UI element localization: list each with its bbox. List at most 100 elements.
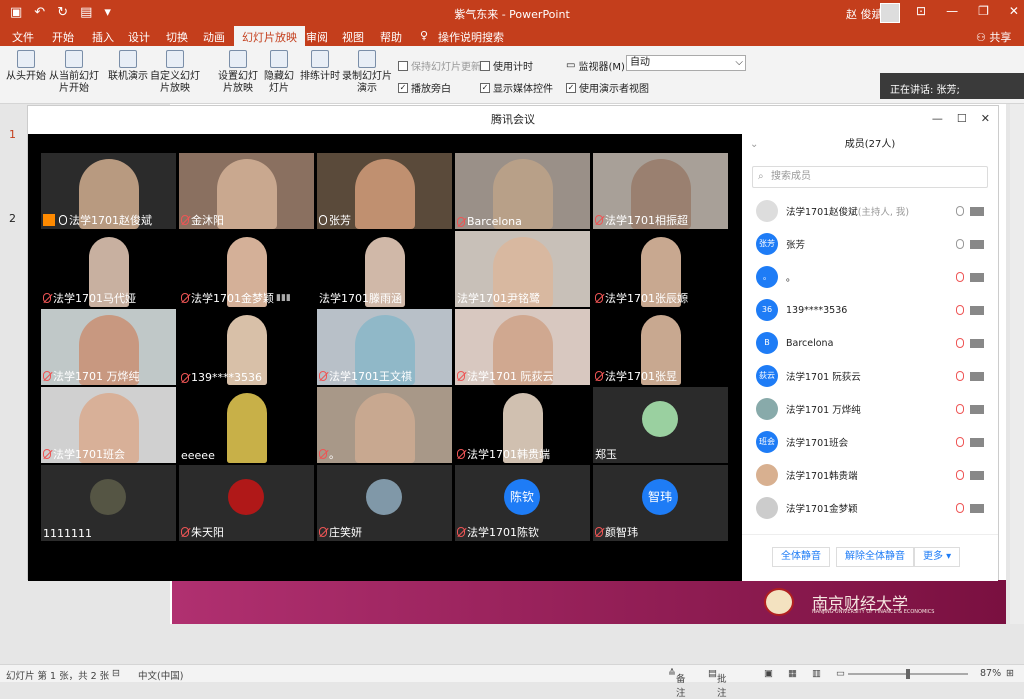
- camera-icon[interactable]: [970, 438, 984, 447]
- record-button[interactable]: 录制幻灯片演示: [342, 50, 392, 95]
- member-row[interactable]: 法学1701 万烨纯: [756, 394, 996, 424]
- restore-icon[interactable]: ❐: [978, 4, 989, 18]
- mic-icon[interactable]: [956, 239, 964, 249]
- online-present-button[interactable]: 联机演示: [108, 50, 148, 83]
- tab-design[interactable]: 设计: [128, 29, 150, 45]
- video-tile[interactable]: 。: [317, 387, 452, 463]
- camera-icon[interactable]: [970, 306, 984, 315]
- timing-checkbox[interactable]: 使用计时: [480, 58, 533, 73]
- member-row[interactable]: 。。: [756, 262, 996, 292]
- mic-off-icon[interactable]: [956, 305, 964, 315]
- tab-file[interactable]: 文件: [12, 29, 34, 45]
- mic-off-icon[interactable]: [956, 272, 964, 282]
- share-button[interactable]: ⚇ 共享: [976, 29, 1011, 45]
- user-avatar[interactable]: [880, 3, 900, 23]
- video-tile[interactable]: 法学1701赵俊斌: [41, 153, 176, 229]
- slideshow-icon[interactable]: ▭: [836, 668, 845, 679]
- reading-view-icon[interactable]: ▥: [812, 668, 821, 679]
- language-indicator[interactable]: 中文(中国): [138, 668, 183, 682]
- video-tile[interactable]: 法学1701韩贵端: [455, 387, 590, 463]
- video-tile[interactable]: 法学1701滕雨涵: [317, 231, 452, 307]
- camera-icon[interactable]: [970, 273, 984, 282]
- maximize-icon[interactable]: ☐: [957, 112, 967, 125]
- member-search-input[interactable]: 搜索成员: [752, 166, 988, 188]
- more-button[interactable]: 更多 ▾: [914, 547, 961, 567]
- camera-icon[interactable]: [970, 372, 984, 381]
- video-tile[interactable]: eeeee: [179, 387, 314, 463]
- hide-slide-button[interactable]: 隐藏幻灯片: [264, 50, 294, 95]
- mic-off-icon[interactable]: [956, 404, 964, 414]
- video-tile[interactable]: 庄笑妍: [317, 465, 452, 541]
- slide-sorter-icon[interactable]: ▦: [788, 668, 797, 679]
- minimize-icon[interactable]: —: [946, 4, 958, 18]
- video-tile[interactable]: 法学1701金梦颖 ▮▮▮: [179, 231, 314, 307]
- video-tile[interactable]: 法学1701 阮荻云: [455, 309, 590, 385]
- video-tile[interactable]: 张芳: [317, 153, 452, 229]
- video-tile[interactable]: 法学1701马代娅: [41, 231, 176, 307]
- member-row[interactable]: 法学1701金梦颖: [756, 493, 996, 523]
- rehearse-button[interactable]: 排练计时: [300, 50, 340, 83]
- camera-icon[interactable]: [970, 405, 984, 414]
- tab-insert[interactable]: 插入: [92, 29, 114, 45]
- video-tile[interactable]: 139****3536: [179, 309, 314, 385]
- media-controls-checkbox[interactable]: ✓ 显示媒体控件: [480, 80, 553, 95]
- tab-animations[interactable]: 动画: [203, 29, 225, 45]
- mute-all-button[interactable]: 全体静音: [772, 547, 830, 567]
- camera-icon[interactable]: [970, 339, 984, 348]
- video-tile[interactable]: 法学1701张辰嫄: [593, 231, 728, 307]
- member-row[interactable]: 法学1701赵俊斌 (主持人, 我): [756, 196, 996, 226]
- notes-button[interactable]: ≙ 备注: [668, 668, 685, 699]
- member-row[interactable]: 荻云 法学1701 阮荻云: [756, 361, 996, 391]
- tab-slideshow[interactable]: 幻灯片放映: [234, 26, 305, 46]
- tab-help[interactable]: 帮助: [380, 29, 402, 45]
- slide-number-2[interactable]: 2: [9, 212, 16, 225]
- mic-icon[interactable]: [956, 206, 964, 216]
- monitor-select[interactable]: 自动 ⌵: [626, 55, 746, 71]
- keep-updated-checkbox[interactable]: 保持幻灯片更新: [398, 58, 481, 73]
- setup-show-button[interactable]: 设置幻灯片放映: [215, 50, 261, 95]
- minimize-icon[interactable]: —: [932, 112, 943, 125]
- video-tile[interactable]: 法学1701班会: [41, 387, 176, 463]
- camera-icon[interactable]: [970, 471, 984, 480]
- tell-me-search[interactable]: 操作说明搜索: [438, 29, 504, 45]
- mic-off-icon[interactable]: [956, 503, 964, 513]
- zoom-level[interactable]: 87%: [980, 668, 1001, 679]
- video-tile[interactable]: 法学1701张昱: [593, 309, 728, 385]
- unmute-all-button[interactable]: 解除全体静音: [836, 547, 914, 567]
- presenter-view-checkbox[interactable]: ✓ 使用演示者视图: [566, 80, 649, 95]
- from-start-button[interactable]: 从头开始: [6, 50, 46, 83]
- video-tile[interactable]: 法学1701尹铭鹭: [455, 231, 590, 307]
- tab-transitions[interactable]: 切换: [166, 29, 188, 45]
- member-row[interactable]: 36 139****3536: [756, 295, 996, 325]
- video-tile[interactable]: 郑玉: [593, 387, 728, 463]
- ribbon-options-icon[interactable]: ⊡: [916, 4, 926, 18]
- from-current-button[interactable]: 从当前幻灯片开始: [46, 50, 102, 95]
- video-tile[interactable]: 法学1701王文祺: [317, 309, 452, 385]
- normal-view-icon[interactable]: ▣: [764, 668, 773, 679]
- video-tile[interactable]: 陈钦 法学1701陈钦: [455, 465, 590, 541]
- member-row[interactable]: 张芳 张芳: [756, 229, 996, 259]
- video-tile[interactable]: 朱天阳: [179, 465, 314, 541]
- member-row[interactable]: 班会 法学1701班会: [756, 427, 996, 457]
- zoom-slider[interactable]: [848, 669, 968, 679]
- mic-off-icon[interactable]: [956, 437, 964, 447]
- camera-icon[interactable]: [970, 207, 984, 216]
- close-icon[interactable]: ✕: [1009, 4, 1019, 18]
- tab-review[interactable]: 审阅: [306, 29, 328, 45]
- video-tile[interactable]: 法学1701 万烨纯: [41, 309, 176, 385]
- mic-off-icon[interactable]: [956, 371, 964, 381]
- user-name[interactable]: 赵 俊斌: [846, 6, 883, 22]
- fit-slide-icon[interactable]: ⊞: [1006, 668, 1014, 679]
- camera-icon[interactable]: [970, 504, 984, 513]
- vertical-scrollbar[interactable]: [1010, 104, 1024, 624]
- tab-home[interactable]: 开始: [52, 29, 74, 45]
- narration-checkbox[interactable]: ✓ 播放旁白: [398, 80, 451, 95]
- mic-off-icon[interactable]: [956, 470, 964, 480]
- video-tile[interactable]: 法学1701相振超: [593, 153, 728, 229]
- mic-off-icon[interactable]: [956, 338, 964, 348]
- members-header[interactable]: ⌄ 成员(27人): [742, 134, 998, 156]
- comments-button[interactable]: ▤ 批注: [708, 668, 727, 699]
- video-tile[interactable]: 智玮 颜智玮: [593, 465, 728, 541]
- tab-view[interactable]: 视图: [342, 29, 364, 45]
- camera-icon[interactable]: [970, 240, 984, 249]
